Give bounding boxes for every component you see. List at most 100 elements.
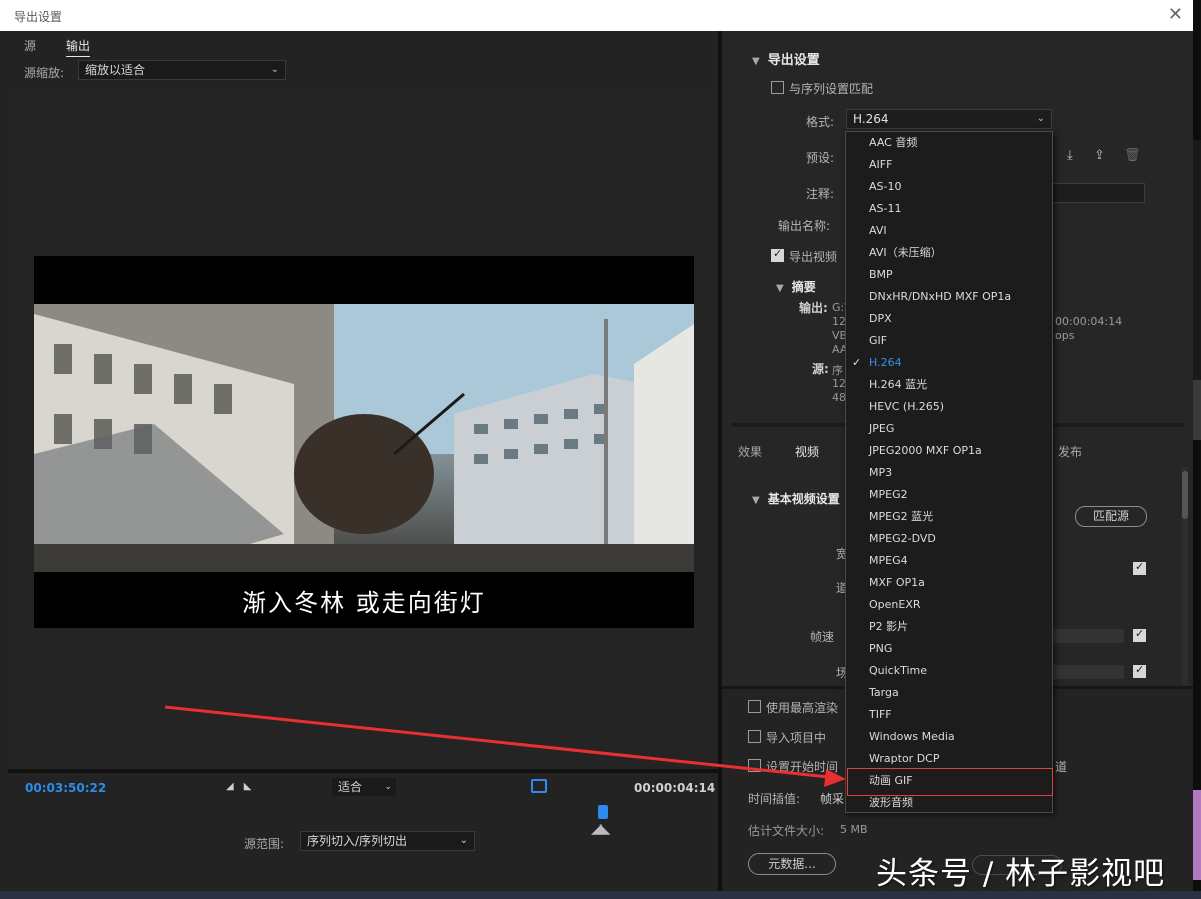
crop-output-icon[interactable] (531, 779, 547, 793)
background-app-edge (1193, 0, 1201, 899)
format-option[interactable]: QuickTime (846, 660, 1052, 682)
format-option[interactable]: AS-10 (846, 176, 1052, 198)
format-option[interactable]: MPEG2 蓝光 (846, 506, 1052, 528)
chevron-down-icon: ⌄ (270, 64, 279, 75)
format-option[interactable]: JPEG2000 MXF OP1a (846, 440, 1052, 462)
match-source-button[interactable]: 匹配源 (1075, 506, 1147, 527)
delete-preset-icon[interactable]: 🗑 (1124, 148, 1141, 163)
format-option[interactable]: OpenEXR (846, 594, 1052, 616)
format-value: H.264 (853, 112, 889, 126)
import-preset-icon[interactable]: ⇪ (1094, 148, 1105, 163)
format-option[interactable]: MPEG4 (846, 550, 1052, 572)
preview-tabs: 源 输出 (0, 31, 718, 57)
format-option[interactable]: GIF (846, 330, 1052, 352)
format-option[interactable]: MPEG2-DVD (846, 528, 1052, 550)
format-option[interactable]: DNxHR/DNxHD MXF OP1a (846, 286, 1052, 308)
format-option-label: MPEG2-DVD (869, 532, 936, 545)
format-option-label: TIFF (869, 708, 892, 721)
format-option[interactable]: Targa (846, 682, 1052, 704)
format-option[interactable]: Windows Media (846, 726, 1052, 748)
format-option-label: QuickTime (869, 664, 928, 677)
format-option-label: MPEG2 (869, 488, 908, 501)
time-interpolation-value[interactable]: 帧采 (820, 790, 844, 807)
format-option[interactable]: BMP (846, 264, 1052, 286)
match-sequence-checkbox[interactable] (771, 81, 784, 94)
import-project-checkbox[interactable] (748, 730, 761, 743)
match-sequence-label: 与序列设置匹配 (789, 82, 874, 96)
video-preview: 渐入冬林 或走向街灯 (34, 256, 694, 628)
format-option[interactable]: Wraptor DCP (846, 748, 1052, 770)
tab-video[interactable]: 视频 (795, 443, 819, 460)
format-option[interactable]: MPEG2 (846, 484, 1052, 506)
export-settings-header[interactable]: ▼ 导出设置 (752, 49, 820, 68)
format-option[interactable]: TIFF (846, 704, 1052, 726)
timeline-bar: 00:03:50:22 ◢◣ 适合 ⌄ 00:00:04:14 ◢◣ 源范围: … (8, 769, 718, 859)
format-option[interactable]: ✓ H.264 (846, 352, 1052, 374)
metadata-button[interactable]: 元数据... (748, 853, 836, 875)
playhead-handle[interactable] (598, 805, 608, 819)
current-timecode[interactable]: 00:03:50:22 (25, 781, 106, 795)
video-row-label: 帧速 (810, 630, 835, 644)
tab-publish[interactable]: 发布 (1058, 443, 1082, 460)
taskbar-strip (0, 891, 1201, 899)
summary-header[interactable]: ▼ 摘要 (776, 278, 816, 295)
tab-effects[interactable]: 效果 (738, 443, 762, 460)
range-handles-icon[interactable]: ◢◣ (591, 821, 610, 837)
tab-source[interactable]: 源 (24, 37, 36, 54)
basic-video-header[interactable]: ▼ 基本视频设置 (752, 490, 840, 507)
field-order-field[interactable] (1052, 665, 1124, 679)
summary-source-line: 序 (832, 364, 843, 377)
format-option[interactable]: DPX (846, 308, 1052, 330)
format-option[interactable]: 波形音频 (846, 792, 1052, 814)
format-option-label: AVI (869, 224, 887, 237)
format-option[interactable]: H.264 蓝光 (846, 374, 1052, 396)
format-option[interactable]: AVI（未压缩） (846, 242, 1052, 264)
estimated-size-label: 估计文件大小: (748, 824, 825, 838)
source-scale-select[interactable]: 缩放以适合 ⌄ (78, 60, 286, 80)
width-height-checkbox[interactable] (1133, 560, 1146, 575)
mark-in-out-buttons[interactable]: ◢◣ (226, 781, 261, 792)
tab-output[interactable]: 输出 (66, 37, 91, 57)
summary-title: 摘要 (791, 280, 816, 294)
settings-scrollbar[interactable] (1182, 467, 1188, 717)
save-preset-icon[interactable]: ⤓ (1067, 148, 1073, 163)
scrollbar-thumb[interactable] (1182, 471, 1188, 519)
collapse-triangle-icon: ▼ (776, 283, 784, 294)
format-option[interactable]: MP3 (846, 462, 1052, 484)
format-option-label: Wraptor DCP (869, 752, 940, 765)
frame-rate-checkbox[interactable] (1133, 627, 1146, 642)
format-select[interactable]: H.264 ⌄ (846, 109, 1052, 129)
format-option[interactable]: JPEG (846, 418, 1052, 440)
format-option[interactable]: AS-11 (846, 198, 1052, 220)
format-option-label: MPEG4 (869, 554, 908, 567)
frame-rate-field[interactable] (1052, 629, 1124, 643)
comment-label: 注释: (806, 187, 835, 201)
format-option[interactable]: AIFF (846, 154, 1052, 176)
checkmark-icon: ✓ (852, 356, 862, 369)
format-option[interactable]: HEVC (H.265) (846, 396, 1052, 418)
preset-label: 预设: (806, 151, 835, 165)
export-video-checkbox[interactable] (771, 247, 784, 262)
format-option[interactable]: 动画 GIF (846, 770, 1052, 792)
close-icon[interactable]: ✕ (1168, 4, 1183, 25)
zoom-fit-select[interactable]: 适合 ⌄ (332, 778, 396, 796)
field-order-checkbox[interactable] (1133, 663, 1146, 678)
max-render-checkbox[interactable] (748, 700, 761, 713)
set-start-time-checkbox[interactable] (748, 759, 761, 772)
format-dropdown-menu: AAC 音频 AIFF AS-10 AS-11 AVI AVI（未压缩） BMP DNxHR/… (845, 131, 1053, 813)
format-option[interactable]: AVI (846, 220, 1052, 242)
format-option[interactable]: P2 影片 (846, 616, 1052, 638)
summary-source-label: 源: (812, 362, 829, 376)
format-option[interactable]: MXF OP1a (846, 572, 1052, 594)
collapse-triangle-icon: ▼ (752, 56, 760, 67)
source-range-select[interactable]: 序列切入/序列切出 ⌄ (300, 831, 475, 851)
format-option-label: Targa (869, 686, 899, 699)
format-option-label: DNxHR/DNxHD MXF OP1a (869, 290, 1012, 303)
format-option[interactable]: AAC 音频 (846, 132, 1052, 154)
video-frame-image (34, 304, 694, 572)
source-scale-label: 源缩放: (24, 66, 65, 80)
format-option[interactable]: PNG (846, 638, 1052, 660)
comment-input[interactable] (1052, 183, 1145, 203)
street-scene-illustration (34, 304, 694, 572)
format-option-label: DPX (869, 312, 892, 325)
